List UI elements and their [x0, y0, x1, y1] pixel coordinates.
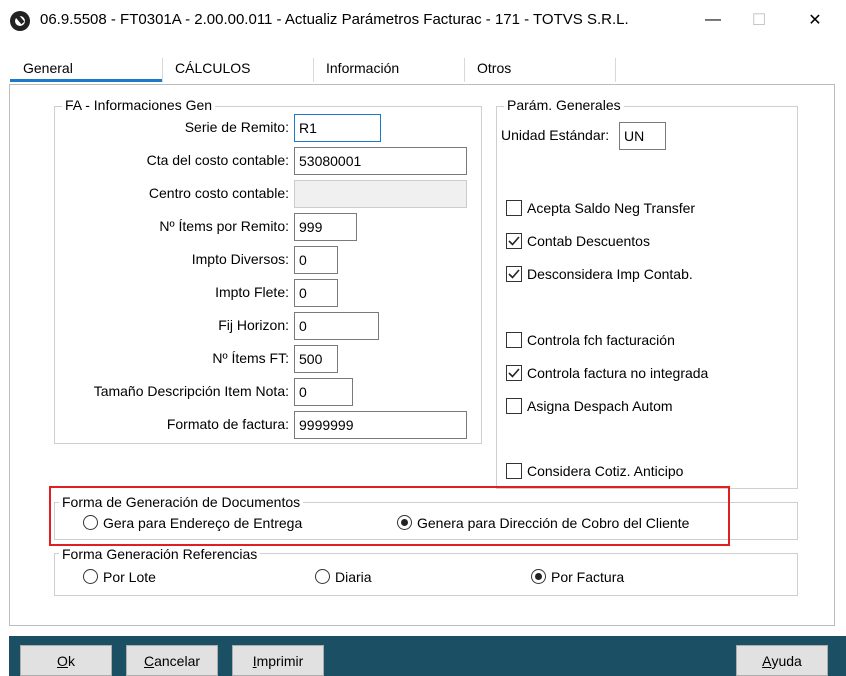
ok-label: k — [67, 652, 75, 669]
controla-fch-label: Controla fch facturación — [527, 332, 675, 348]
formato-factura-input[interactable]: 9999999 — [294, 411, 467, 439]
radio-diaria-label: Diaria — [335, 569, 372, 585]
radio-por-lote[interactable] — [83, 569, 98, 584]
asigna-despach-checkbox[interactable] — [506, 398, 522, 414]
checkmark-icon — [508, 269, 520, 279]
impto-diversos-label: Impto Diversos: — [191, 251, 289, 267]
controla-factura-checkbox[interactable] — [506, 365, 522, 381]
tamano-desc-label: Tamaño Descripción Item Nota: — [93, 383, 289, 399]
radio-por-lote-label: Por Lote — [103, 569, 156, 585]
tab-separator — [313, 58, 314, 82]
ok-mnemonic: O — [57, 652, 68, 669]
items-ft-input[interactable]: 500 — [294, 345, 338, 373]
unidad-estandar-input[interactable]: UN — [619, 122, 666, 150]
cta-costo-input[interactable]: 53080001 — [294, 147, 467, 175]
items-remito-input[interactable]: 999 — [294, 213, 357, 241]
desconsidera-imp-label: Desconsidera Imp Contab. — [527, 266, 693, 282]
serie-remito-input[interactable]: R1 — [294, 114, 381, 142]
active-tab-indicator — [10, 79, 162, 82]
radio-por-factura-label: Por Factura — [551, 569, 625, 585]
controla-fch-checkbox[interactable] — [506, 332, 522, 348]
help-label: yuda — [771, 652, 802, 669]
totvs-logo-icon — [10, 11, 30, 31]
help-mnemonic: A — [762, 652, 772, 669]
asigna-despach-label: Asigna Despach Autom — [527, 398, 673, 414]
fij-horizon-input[interactable]: 0 — [294, 312, 379, 340]
formato-factura-label: Formato de factura: — [166, 416, 289, 432]
help-button[interactable]: Ayuda — [736, 645, 828, 676]
maximize-button[interactable]: ☐ — [736, 0, 782, 40]
impto-flete-input[interactable]: 0 — [294, 279, 338, 307]
serie-remito-label: Serie de Remito: — [184, 119, 289, 135]
centro-costo-label: Centro costo contable: — [148, 185, 289, 201]
tab-separator — [464, 58, 465, 82]
tab-separator — [615, 58, 616, 82]
cancel-mnemonic: C — [143, 652, 155, 669]
impto-flete-label: Impto Flete: — [215, 284, 289, 300]
radio-por-factura[interactable] — [531, 569, 546, 584]
centro-costo-input — [294, 180, 467, 208]
items-remito-label: Nº Ítems por Remito: — [159, 218, 289, 234]
tab-separator — [162, 58, 163, 82]
checkmark-icon — [508, 236, 520, 246]
radio-diaria[interactable] — [315, 569, 330, 584]
desconsidera-imp-checkbox[interactable] — [506, 266, 522, 282]
ref-generation-legend: Forma Generación Referencias — [59, 546, 261, 562]
considera-cotiz-label: Considera Cotiz. Anticipo — [527, 463, 684, 479]
contab-descuentos-checkbox[interactable] — [506, 233, 522, 249]
impto-diversos-input[interactable]: 0 — [294, 246, 338, 274]
print-button[interactable]: Imprimir — [232, 645, 324, 676]
tamano-desc-input[interactable]: 0 — [294, 378, 353, 406]
tab-general[interactable]: General — [23, 60, 73, 80]
param-generales-legend: Parám. Generales — [504, 97, 624, 113]
tab-calculos[interactable]: CÁLCULOS — [175, 60, 250, 80]
fij-horizon-label: Fij Horizon: — [218, 317, 289, 333]
controla-factura-label: Controla factura no integrada — [527, 365, 709, 381]
cancel-button[interactable]: Cancelar — [126, 645, 218, 676]
acepta-saldo-checkbox[interactable] — [506, 200, 522, 216]
acepta-saldo-label: Acepta Saldo Neg Transfer — [527, 200, 696, 216]
cancel-label: ancelar — [154, 652, 201, 669]
ok-button[interactable]: Ok — [20, 645, 112, 676]
checkmark-icon — [508, 368, 520, 378]
param-generales-group — [496, 106, 798, 489]
cta-costo-label: Cta del costo contable: — [146, 152, 289, 168]
fa-info-legend: FA - Informaciones Gen — [62, 97, 216, 113]
close-button[interactable]: ✕ — [792, 0, 838, 40]
items-ft-label: Nº Ítems FT: — [212, 350, 289, 366]
highlight-annotation — [49, 486, 730, 546]
unidad-estandar-label: Unidad Estándar: — [501, 127, 610, 143]
tab-informacion[interactable]: Información — [326, 60, 399, 80]
tab-otros[interactable]: Otros — [477, 60, 511, 80]
title-bar: 06.9.5508 - FT0301A - 2.00.00.011 - Actu… — [0, 0, 846, 42]
print-label: mprimir — [256, 652, 304, 669]
tab-bar: General CÁLCULOS Información Otros — [0, 42, 846, 86]
considera-cotiz-checkbox[interactable] — [506, 463, 522, 479]
contab-descuentos-label: Contab Descuentos — [527, 233, 650, 249]
window-title: 06.9.5508 - FT0301A - 2.00.00.011 - Actu… — [40, 11, 629, 28]
minimize-button[interactable]: — — [690, 0, 736, 40]
